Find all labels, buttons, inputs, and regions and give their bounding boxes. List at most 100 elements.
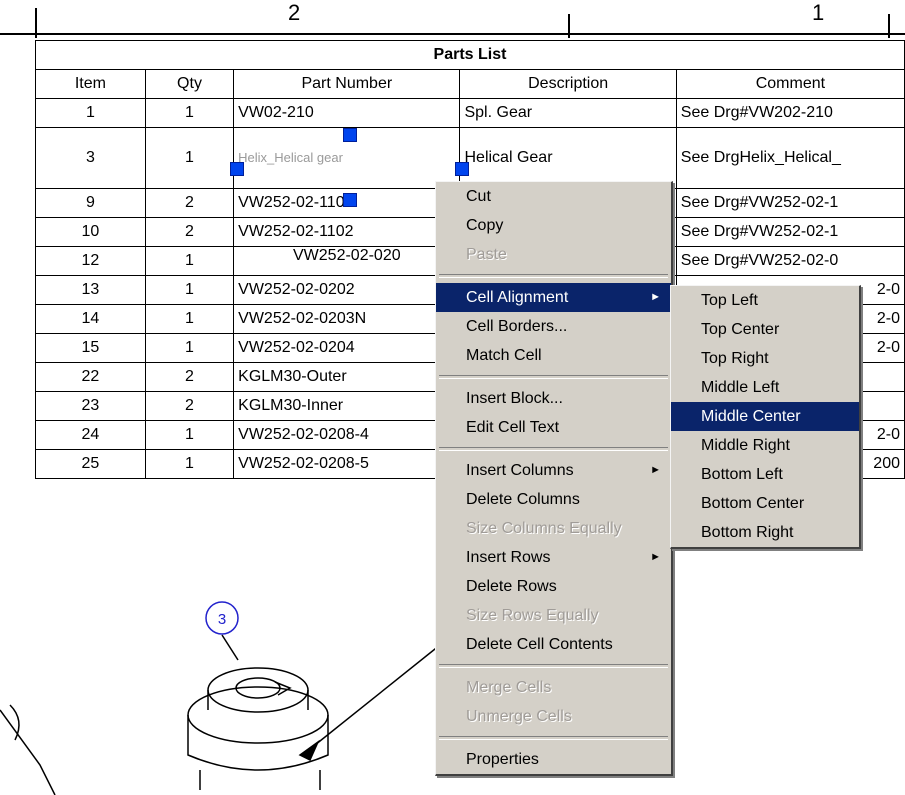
cell-comment[interactable]: See Drg#VW252-02-1 xyxy=(675,217,905,247)
cell-item[interactable]: 13 xyxy=(35,275,146,305)
cell-part-number[interactable]: VW252-02-0204 xyxy=(233,333,461,363)
cell-part-number[interactable]: VW252-02-1102 xyxy=(233,217,461,247)
cell-part-number[interactable]: VW252-02-0208-5 xyxy=(233,449,461,479)
menu-item-size-columns-equally[interactable]: Size Columns Equally xyxy=(436,514,671,543)
menu-separator xyxy=(439,664,668,668)
menu-item-cell-alignment[interactable]: Cell Alignment ► xyxy=(436,283,671,312)
table-row-selected: 3 1 Helix_Helical gear Helical Gear See … xyxy=(35,127,905,189)
header-item[interactable]: Item xyxy=(35,69,146,99)
menu-item-insert-columns[interactable]: Insert Columns ► xyxy=(436,456,671,485)
cell-item[interactable]: 22 xyxy=(35,362,146,392)
cell-item[interactable]: 15 xyxy=(35,333,146,363)
menu-separator xyxy=(439,447,668,451)
menu-item-unmerge-cells[interactable]: Unmerge Cells xyxy=(436,702,671,731)
submenu-item-top-center[interactable]: Top Center xyxy=(671,315,859,344)
header-description[interactable]: Description xyxy=(459,69,677,99)
menu-separator xyxy=(439,274,668,278)
cell-description[interactable]: Helical Gear xyxy=(459,127,677,189)
cell-part-number[interactable]: KGLM30-Outer xyxy=(233,362,461,392)
cell-qty[interactable]: 1 xyxy=(144,98,235,128)
menu-item-label: Cell Alignment xyxy=(466,289,569,306)
menu-item-delete-rows[interactable]: Delete Rows xyxy=(436,572,671,601)
cell-item[interactable]: 10 xyxy=(35,217,146,247)
menu-item-cut[interactable]: Cut xyxy=(436,182,671,211)
cell-part-number[interactable]: VW252-02-020 xyxy=(233,246,461,276)
cell-part-number[interactable]: VW252-02-0203N xyxy=(233,304,461,334)
menu-item-merge-cells[interactable]: Merge Cells xyxy=(436,673,671,702)
cell-qty[interactable]: 1 xyxy=(144,246,235,276)
cell-comment[interactable]: See Drg#VW252-02-1 xyxy=(675,188,905,218)
cell-qty[interactable]: 1 xyxy=(144,304,235,334)
cell-item[interactable]: 12 xyxy=(35,246,146,276)
cell-qty[interactable]: 1 xyxy=(144,449,235,479)
cell-part-number[interactable]: VW252-02-0208-4 xyxy=(233,420,461,450)
submenu-item-bottom-left[interactable]: Bottom Left xyxy=(671,460,859,489)
menu-item-paste[interactable]: Paste xyxy=(436,240,671,269)
cell-item[interactable]: 3 xyxy=(35,127,146,189)
cell-part-number[interactable]: VW02-210 xyxy=(233,98,461,128)
table-row: 1 1 VW02-210 Spl. Gear See Drg#VW202-210 xyxy=(35,98,905,128)
zone-number-2: 2 xyxy=(288,0,301,25)
grip-handle-right[interactable] xyxy=(455,162,469,176)
cell-comment[interactable]: See Drg#VW202-210 xyxy=(675,98,905,128)
submenu-item-top-left[interactable]: Top Left xyxy=(671,286,859,315)
submenu-item-bottom-center[interactable]: Bottom Center xyxy=(671,489,859,518)
menu-item-delete-columns[interactable]: Delete Columns xyxy=(436,485,671,514)
table-title-row: Parts List xyxy=(35,40,905,70)
menu-item-copy[interactable]: Copy xyxy=(436,211,671,240)
grip-handle-left[interactable] xyxy=(230,162,244,176)
cell-item[interactable]: 23 xyxy=(35,391,146,421)
cell-qty[interactable]: 2 xyxy=(144,362,235,392)
cell-qty[interactable]: 2 xyxy=(144,217,235,247)
menu-item-insert-block[interactable]: Insert Block... xyxy=(436,384,671,413)
cell-comment[interactable]: See DrgHelix_Helical_ xyxy=(675,127,905,189)
gear-hub-side xyxy=(207,690,309,710)
menu-item-properties[interactable]: Properties xyxy=(436,745,671,774)
grip-handle-top[interactable] xyxy=(343,128,357,142)
submenu-arrow-icon: ► xyxy=(650,291,661,303)
drawing-edge-line xyxy=(0,709,56,795)
cell-item[interactable]: 24 xyxy=(35,420,146,450)
menu-item-cell-borders[interactable]: Cell Borders... xyxy=(436,312,671,341)
header-part-number[interactable]: Part Number xyxy=(233,69,461,99)
gear-lower xyxy=(199,770,321,790)
cell-item[interactable]: 14 xyxy=(35,304,146,334)
cell-qty[interactable]: 1 xyxy=(144,333,235,363)
cell-qty[interactable]: 2 xyxy=(144,188,235,218)
border-tick xyxy=(568,14,570,38)
menu-item-match-cell[interactable]: Match Cell xyxy=(436,341,671,370)
cell-qty[interactable]: 2 xyxy=(144,391,235,421)
cell-qty[interactable]: 1 xyxy=(144,127,235,189)
cell-item[interactable]: 1 xyxy=(35,98,146,128)
submenu-item-middle-center[interactable]: Middle Center xyxy=(671,402,859,431)
menu-item-delete-cell-contents[interactable]: Delete Cell Contents xyxy=(436,630,671,659)
leader-arrowhead xyxy=(298,739,320,762)
submenu-item-top-right[interactable]: Top Right xyxy=(671,344,859,373)
submenu-arrow-icon: ► xyxy=(650,464,661,476)
submenu-item-bottom-right[interactable]: Bottom Right xyxy=(671,518,859,547)
header-qty[interactable]: Qty xyxy=(144,69,235,99)
cell-comment[interactable]: See Drg#VW252-02-0 xyxy=(675,246,905,276)
cell-description[interactable]: Spl. Gear xyxy=(459,98,677,128)
menu-separator xyxy=(439,736,668,740)
submenu-item-middle-left[interactable]: Middle Left xyxy=(671,373,859,402)
menu-item-size-rows-equally[interactable]: Size Rows Equally xyxy=(436,601,671,630)
cell-item[interactable]: 9 xyxy=(35,188,146,218)
border-tick xyxy=(35,8,37,38)
grip-handle-bottom[interactable] xyxy=(343,193,357,207)
cell-part-number[interactable]: KGLM30-Inner xyxy=(233,391,461,421)
submenu-item-middle-right[interactable]: Middle Right xyxy=(671,431,859,460)
menu-separator xyxy=(439,375,668,379)
context-menu: Cut Copy Paste Cell Alignment ► Cell Bord… xyxy=(435,181,673,776)
menu-item-label: Insert Rows xyxy=(466,549,551,566)
cell-part-number[interactable]: VW252-02-0202 xyxy=(233,275,461,305)
cell-qty[interactable]: 1 xyxy=(144,275,235,305)
cell-item[interactable]: 25 xyxy=(35,449,146,479)
header-comment[interactable]: Comment xyxy=(675,69,905,99)
menu-item-insert-rows[interactable]: Insert Rows ► xyxy=(436,543,671,572)
balloon-number: 3 xyxy=(218,611,226,628)
menu-item-edit-cell-text[interactable]: Edit Cell Text xyxy=(436,413,671,442)
border-line xyxy=(0,33,905,35)
cell-qty[interactable]: 1 xyxy=(144,420,235,450)
cell-part-number-text: Helix_Helical gear xyxy=(238,150,343,165)
